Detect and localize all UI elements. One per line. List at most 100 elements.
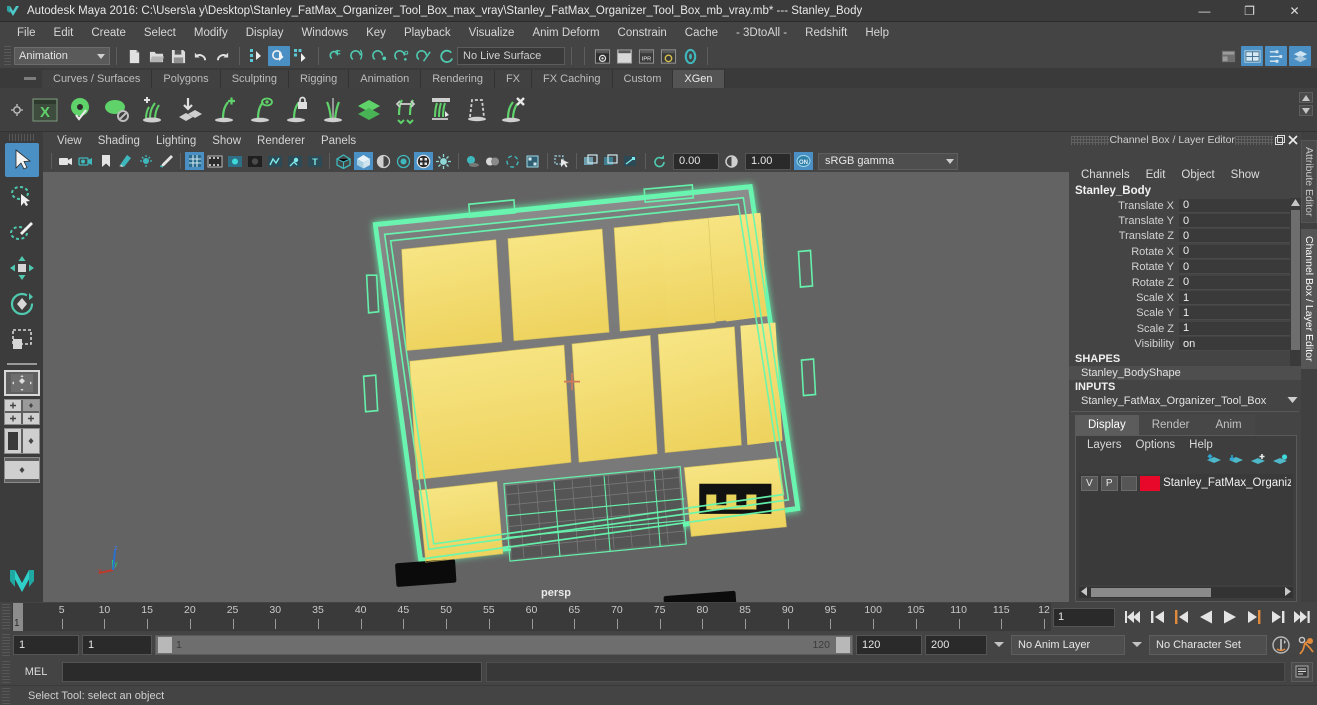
help-menu[interactable]: Help: [1182, 438, 1220, 452]
table-row[interactable]: Translate X 0: [1069, 198, 1301, 213]
wireframe-icon[interactable]: [334, 152, 353, 170]
minimize-button[interactable]: —: [1182, 0, 1227, 22]
shape-node-name[interactable]: Stanley_BodyShape: [1069, 365, 1301, 380]
layer-list[interactable]: V P Stanley_FatMax_Organiz: [1079, 473, 1293, 585]
snap-to-view-plane-icon[interactable]: [413, 46, 435, 66]
layer-name[interactable]: Stanley_FatMax_Organiz: [1163, 477, 1291, 489]
motion-blur-icon[interactable]: [503, 152, 522, 170]
step-forward-keyframe-icon[interactable]: [1267, 607, 1289, 627]
gamma-field[interactable]: 1.00: [745, 152, 791, 170]
table-row[interactable]: Rotate X 0: [1069, 244, 1301, 259]
shelf-scroll-down-icon[interactable]: [1299, 105, 1313, 116]
menu-3dtoall[interactable]: - 3DtoAll -: [727, 25, 796, 41]
menu-anim-deform[interactable]: Anim Deform: [523, 25, 608, 41]
move-layer-down-icon[interactable]: [1228, 454, 1244, 470]
select-tool[interactable]: [4, 143, 39, 177]
shelf-tab-custom[interactable]: Custom: [612, 70, 674, 88]
single-perspective-layout[interactable]: [3, 370, 40, 396]
isolate-select-icon[interactable]: [552, 152, 571, 170]
twoD-pan-zoom-icon[interactable]: [136, 152, 155, 170]
menu-key[interactable]: Key: [357, 25, 395, 41]
time-slider-grip[interactable]: [2, 604, 10, 630]
new-scene-icon[interactable]: [123, 46, 145, 66]
menuset-selector[interactable]: Animation: [14, 47, 110, 65]
bookmark-icon[interactable]: [96, 152, 115, 170]
options-menu[interactable]: Options: [1129, 438, 1183, 452]
range-end-field[interactable]: 120: [856, 635, 922, 655]
snap-to-grid-icon[interactable]: [325, 46, 347, 66]
go-to-end-icon[interactable]: [1291, 607, 1313, 627]
ambient-occlusion-icon[interactable]: [483, 152, 502, 170]
film-origin-icon[interactable]: [265, 152, 284, 170]
snap-to-curve-icon[interactable]: [347, 46, 369, 66]
table-row[interactable]: Visibility on: [1069, 337, 1301, 352]
make-live-icon[interactable]: [435, 46, 457, 66]
tool-settings-icon[interactable]: [1241, 46, 1263, 66]
shelf-tab-sculpting[interactable]: Sculpting: [220, 70, 289, 88]
animation-preferences-icon[interactable]: [1295, 634, 1317, 656]
xgen-add-groom-icon[interactable]: [136, 93, 170, 127]
channels-menu[interactable]: Channels: [1073, 168, 1138, 182]
xgen-clump-icon[interactable]: [424, 93, 458, 127]
layers-menu[interactable]: Layers: [1080, 438, 1129, 452]
exposure-reset-icon[interactable]: [650, 152, 669, 170]
scrollbar-thumb[interactable]: [1091, 588, 1211, 597]
attr-value[interactable]: 0: [1179, 198, 1301, 213]
color-management-selector[interactable]: sRGB gamma: [818, 152, 958, 170]
layer-list-horizontal-scrollbar[interactable]: [1079, 586, 1293, 598]
list-item[interactable]: V P Stanley_FatMax_Organiz: [1079, 474, 1293, 493]
range-end-handle[interactable]: [836, 637, 850, 653]
range-start-handle[interactable]: [158, 637, 172, 653]
shadows-icon[interactable]: [463, 152, 482, 170]
step-forward-frame-icon[interactable]: [1243, 607, 1265, 627]
menu-file[interactable]: File: [8, 25, 45, 41]
table-row[interactable]: Rotate Z 0: [1069, 275, 1301, 290]
viewport-menu-show[interactable]: Show: [204, 134, 249, 148]
close-button[interactable]: ✕: [1272, 0, 1317, 22]
xgen-layers-icon[interactable]: [352, 93, 386, 127]
shelf-tab-polygons[interactable]: Polygons: [152, 70, 221, 88]
attribute-editor-icon[interactable]: [1217, 46, 1239, 66]
menu-visualize[interactable]: Visualize: [460, 25, 524, 41]
lasso-select-tool[interactable]: [5, 179, 39, 213]
move-layer-up-icon[interactable]: [1206, 453, 1222, 470]
gamma-reset-icon[interactable]: [722, 152, 741, 170]
panel-undock-icon[interactable]: [1273, 133, 1286, 147]
toolbox-grip[interactable]: [8, 134, 35, 141]
open-scene-icon[interactable]: [145, 46, 167, 66]
table-row[interactable]: Translate Y 0: [1069, 213, 1301, 229]
grid-toggle-icon[interactable]: [185, 152, 204, 170]
use-all-lights-icon[interactable]: [434, 152, 453, 170]
current-frame-field[interactable]: 1: [1053, 607, 1115, 627]
layer-playback-toggle[interactable]: P: [1100, 475, 1118, 491]
anim-end-field[interactable]: 200: [925, 635, 987, 655]
attr-value[interactable]: on: [1179, 337, 1301, 352]
multisample-icon[interactable]: [523, 152, 542, 170]
time-slider-track[interactable]: 1 5 10 15 20 25 30 35 40 45 50 55 60 65 70 75 80 85 90 95 1…: [12, 603, 1051, 631]
attr-value[interactable]: 1: [1179, 321, 1301, 336]
four-view-layout[interactable]: [3, 399, 40, 425]
channel-box-icon[interactable]: [1265, 46, 1287, 66]
xgen-preview-icon[interactable]: [64, 93, 98, 127]
xgen-length-icon[interactable]: [388, 93, 422, 127]
menu-edit[interactable]: Edit: [45, 25, 83, 41]
snap-to-point-icon[interactable]: [369, 46, 391, 66]
attr-value[interactable]: 0: [1179, 229, 1301, 244]
xgen-part-guides-icon[interactable]: [316, 93, 350, 127]
menu-windows[interactable]: Windows: [292, 25, 357, 41]
shelf-scroll-arrows[interactable]: [1299, 92, 1313, 116]
help-line-grip[interactable]: [2, 687, 10, 704]
table-row[interactable]: Rotate Y 0: [1069, 260, 1301, 275]
panel-close-icon[interactable]: [1286, 133, 1299, 147]
attr-value[interactable]: 1: [1179, 291, 1301, 306]
xgen-editor-icon[interactable]: X: [28, 93, 62, 127]
dock-tab-channel-box[interactable]: Channel Box / Layer Editor: [1301, 229, 1317, 369]
gate-mask-icon[interactable]: [245, 152, 264, 170]
menu-select[interactable]: Select: [135, 25, 185, 41]
move-tool[interactable]: [5, 251, 39, 285]
shelf-tab-curves-surfaces[interactable]: Curves / Surfaces: [42, 70, 153, 88]
render-current-frame-icon[interactable]: [613, 46, 635, 66]
grease-pencil-icon[interactable]: [156, 152, 175, 170]
select-camera-icon[interactable]: [56, 152, 75, 170]
xray-joints-icon[interactable]: [601, 152, 620, 170]
